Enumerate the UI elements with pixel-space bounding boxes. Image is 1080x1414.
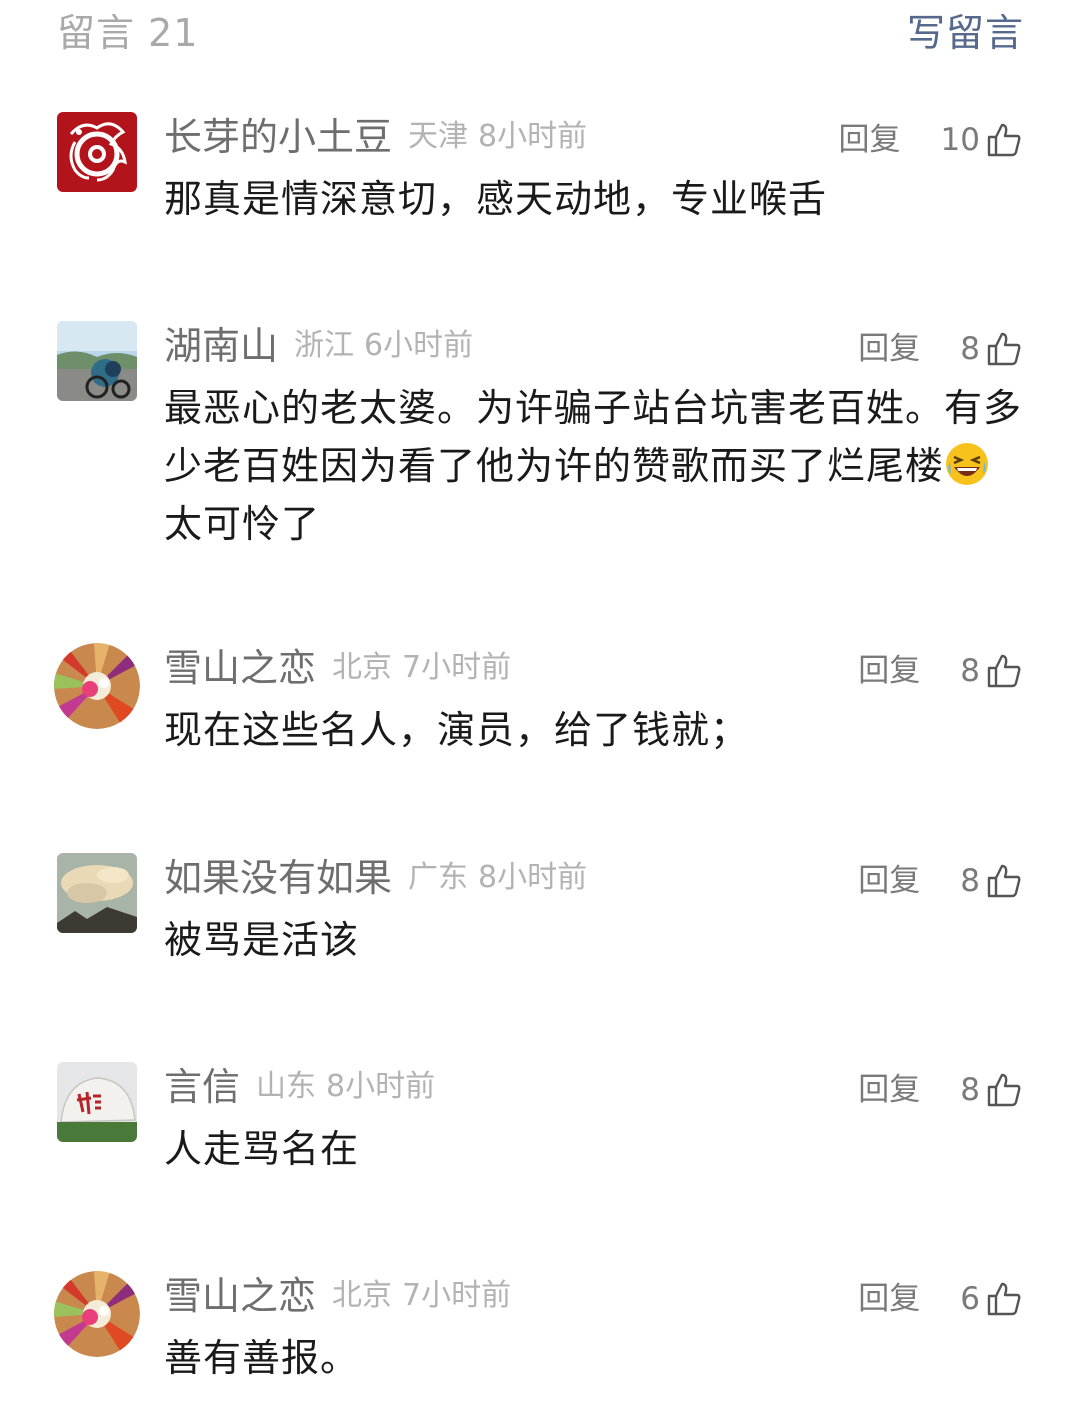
comment-text: 最恶心的老太婆。为许骗子站台坑害老百姓。有多少老百姓因为看了他为许的赞歌而买了烂… xyxy=(164,379,1024,553)
reply-button[interactable]: 回复 xyxy=(858,1274,920,1324)
comment-actions: 回复 8 xyxy=(858,321,1022,377)
comment-text: 现在这些名人，演员，给了钱就； xyxy=(164,708,750,752)
comment-meta: 长芽的小土豆 天津 8小时前 xyxy=(164,112,587,168)
comments-header: 留言 21 写留言 xyxy=(0,0,1080,70)
timestamp: 7小时前 xyxy=(402,650,512,685)
thumbs-up-icon[interactable] xyxy=(986,863,1022,899)
reply-button[interactable]: 回复 xyxy=(858,324,920,374)
write-comment-button[interactable]: 写留言 xyxy=(907,8,1024,58)
comment-actions: 回复 8 xyxy=(858,853,1022,909)
like-count: 8 xyxy=(960,331,980,367)
avatar[interactable] xyxy=(57,112,137,192)
nickname[interactable]: 言信 xyxy=(164,1065,240,1109)
thumbs-up-icon[interactable] xyxy=(986,1072,1022,1108)
comment-meta: 湖南山 浙江 6小时前 xyxy=(164,321,473,377)
avatar[interactable] xyxy=(57,853,137,933)
timestamp: 8小时前 xyxy=(326,1069,436,1104)
comment-actions: 回复 8 xyxy=(858,1062,1022,1118)
like-count: 8 xyxy=(960,1072,980,1108)
comment-meta: 雪山之恋 北京 7小时前 xyxy=(164,643,511,699)
thumbs-up-icon[interactable] xyxy=(986,331,1022,367)
reply-button[interactable]: 回复 xyxy=(858,646,920,696)
comment-meta: 言信 山东 8小时前 xyxy=(164,1062,435,1118)
thumbs-up-icon[interactable] xyxy=(986,122,1022,158)
cyclist-avatar-image xyxy=(57,321,137,401)
like-count: 10 xyxy=(940,122,980,158)
comment-meta: 雪山之恋 北京 7小时前 xyxy=(164,1271,511,1327)
comment-text: 人走骂名在 xyxy=(164,1127,360,1171)
location: 北京 xyxy=(332,650,393,685)
nickname[interactable]: 湖南山 xyxy=(164,324,278,368)
stone-avatar-image xyxy=(57,1062,137,1142)
location: 天津 xyxy=(408,119,469,154)
avatar[interactable] xyxy=(54,643,140,729)
like-count: 6 xyxy=(960,1281,980,1317)
timestamp: 7小时前 xyxy=(402,1278,512,1313)
sky-avatar-image xyxy=(57,853,137,933)
nickname[interactable]: 雪山之恋 xyxy=(164,646,316,690)
timestamp: 8小时前 xyxy=(478,119,588,154)
grinning-squinting-face-emoji xyxy=(944,441,990,487)
comment-actions: 回复 8 xyxy=(858,643,1022,699)
comment-meta: 如果没有如果 广东 8小时前 xyxy=(164,853,587,909)
timestamp: 8小时前 xyxy=(478,860,588,895)
flower-avatar-image xyxy=(54,1271,140,1357)
like-count: 8 xyxy=(960,653,980,689)
avatar[interactable] xyxy=(57,321,137,401)
avatar[interactable] xyxy=(57,1062,137,1142)
comment-text-tail: 太可怜了 xyxy=(164,502,321,546)
timestamp: 6小时前 xyxy=(364,328,474,363)
location: 山东 xyxy=(256,1069,317,1104)
nickname[interactable]: 如果没有如果 xyxy=(164,856,392,900)
thumbs-up-icon[interactable] xyxy=(986,1281,1022,1317)
comment-text: 被骂是活该 xyxy=(164,918,360,962)
like-count: 8 xyxy=(960,863,980,899)
flower-avatar-image xyxy=(54,643,140,729)
location: 广东 xyxy=(408,860,469,895)
comment-text: 那真是情深意切，感天动地，专业喉舌 xyxy=(164,177,828,221)
location: 浙江 xyxy=(294,328,355,363)
thumbs-up-icon[interactable] xyxy=(986,653,1022,689)
avatar[interactable] xyxy=(54,1271,140,1357)
reply-button[interactable]: 回复 xyxy=(839,115,901,165)
reply-button[interactable]: 回复 xyxy=(858,856,920,906)
comment-count-label: 留言 21 xyxy=(57,11,199,55)
comment-actions: 回复 6 xyxy=(858,1271,1022,1327)
nickname[interactable]: 长芽的小土豆 xyxy=(164,115,392,159)
dragon-avatar-image xyxy=(57,112,137,192)
comment-text: 善有善报。 xyxy=(164,1336,360,1380)
comment-actions: 回复 10 xyxy=(839,112,1022,168)
nickname[interactable]: 雪山之恋 xyxy=(164,1274,316,1318)
location: 北京 xyxy=(332,1278,393,1313)
reply-button[interactable]: 回复 xyxy=(858,1065,920,1115)
comment-text-main: 最恶心的老太婆。为许骗子站台坑害老百姓。有多少老百姓因为看了他为许的赞歌而买了烂… xyxy=(164,386,1023,488)
